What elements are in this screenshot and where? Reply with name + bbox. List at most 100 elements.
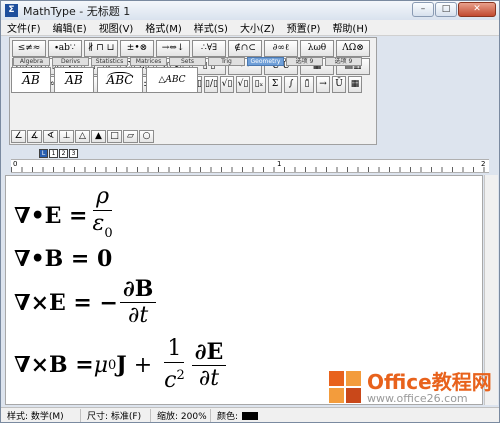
menu-help[interactable]: 帮助(H) — [326, 20, 373, 35]
embellishments-palette-button[interactable]: ∦ ⊓ ⊔ — [84, 40, 118, 57]
status-size[interactable]: 尺寸: 标准(F) — [81, 408, 151, 422]
symbol-palette-row: ≤≠≈ ∙ab∵ ∦ ⊓ ⊔ ±•⊗ →⇔↓ ∴∀∃ ∉∩⊂ ∂∞ℓ λωθ Λ… — [12, 40, 372, 57]
tab-option-8[interactable]: 选项 9 — [286, 57, 323, 66]
tab-matrices[interactable]: Matrices — [130, 57, 167, 66]
status-bar: 样式: 数学(M) 尺寸: 标准(F) 缩放: 200% 颜色: — [1, 407, 499, 422]
eq4-plus: + — [126, 352, 160, 378]
arc-template[interactable]: ABC — [97, 67, 143, 93]
spherical-angle-icon[interactable]: ∢ — [43, 130, 58, 143]
spaces-palette-button[interactable]: ∙ab∵ — [48, 40, 82, 57]
eq1-denominator: ε — [92, 211, 105, 236]
eq4-fraction-1-numerator: 1 — [164, 336, 185, 363]
eq3-fraction: ∂B ∂t — [119, 276, 157, 329]
eq1-fraction: ρ ε0 — [90, 184, 116, 247]
decimal-tab-stop-button[interactable]: 3 — [69, 149, 78, 158]
small-fraction-template-button[interactable]: ▯/▯ — [204, 76, 218, 93]
vector-arrow-template-button[interactable]: → — [316, 76, 330, 93]
ruler[interactable]: 0 1 2 — [11, 159, 489, 173]
circle-icon[interactable]: ○ — [139, 130, 154, 143]
status-color-label: 颜色: — [217, 411, 239, 422]
nth-root-template-button[interactable]: √▯ — [236, 76, 250, 93]
office-logo-icon — [329, 371, 363, 405]
geometry-templates: AB AB ABC △ABC — [11, 67, 201, 93]
triangle-template[interactable]: △ABC — [146, 67, 198, 93]
relations-palette-button[interactable]: ≤≠≈ — [12, 40, 46, 57]
eq1-denominator-sub: 0 — [104, 226, 113, 241]
sets-palette-button[interactable]: ∉∩⊂ — [228, 40, 262, 57]
overbar-template-button[interactable]: ▯̄ — [300, 76, 314, 93]
minimize-button[interactable]: – — [412, 2, 434, 17]
tab-statistics[interactable]: Statistics — [91, 57, 128, 66]
left-tab-stop-button[interactable]: L — [39, 149, 48, 158]
mathtype-window: Σ MathType - 无标题 1 – □ ✕ 文件(F) 编辑(E) 视图(… — [0, 0, 500, 423]
right-tab-stop-button[interactable]: 2 — [59, 149, 68, 158]
equation-gauss-law-b: ∇•B = 0 — [14, 246, 112, 272]
integral-template-button[interactable]: ∫ — [284, 76, 298, 93]
sum-template-button[interactable]: Σ — [268, 76, 282, 93]
eq1-lhs: ∇•E = — [14, 202, 88, 229]
tab-geometry[interactable]: Geometry — [247, 57, 284, 66]
arrows-palette-button[interactable]: →⇔↓ — [156, 40, 190, 57]
menu-style[interactable]: 样式(S) — [188, 20, 234, 35]
eq4-mu: μ — [93, 352, 108, 378]
watermark-title: Office教程网 — [367, 370, 492, 394]
title-bar: Σ MathType - 无标题 1 – □ ✕ — [1, 1, 499, 20]
menu-size[interactable]: 大小(Z) — [234, 20, 281, 35]
subscript-template-button[interactable]: ▯ₓ — [252, 76, 266, 93]
mathtype-app-icon: Σ — [5, 4, 18, 17]
status-zoom[interactable]: 缩放: 200% — [151, 408, 211, 422]
menu-view[interactable]: 视图(V) — [93, 20, 140, 35]
tab-sets[interactable]: Sets — [169, 57, 206, 66]
misc-palette-button[interactable]: ∂∞ℓ — [264, 40, 298, 57]
menu-preferences[interactable]: 预置(P) — [281, 20, 327, 35]
eq4-fraction-2-numerator: ∂E — [191, 339, 227, 366]
eq2-text: ∇•B = 0 — [14, 246, 113, 272]
center-tab-stop-button[interactable]: 1 — [49, 149, 58, 158]
eq1-numerator: ρ — [93, 184, 113, 211]
tab-trig[interactable]: Trig — [208, 57, 245, 66]
watermark-url: www.office26.com — [367, 392, 468, 405]
status-color[interactable]: 颜色: — [211, 409, 264, 422]
equation-ampere-law: ∇×B = μ0 J + 1 c2 ∂E ∂t — [14, 336, 228, 394]
tab-option-9[interactable]: 选项 9 — [325, 57, 362, 66]
eq4-current-density: J — [116, 352, 127, 378]
angle-icon[interactable]: ∠ — [11, 130, 26, 143]
tab-algebra[interactable]: Algebra — [13, 57, 50, 66]
product-template-button[interactable]: Ū — [332, 76, 346, 93]
matrix-template-button[interactable]: ▦ — [348, 76, 362, 93]
segment-overline-template[interactable]: AB — [11, 67, 51, 93]
menu-format[interactable]: 格式(M) — [139, 20, 187, 35]
vector-overarrow-template[interactable]: AB — [54, 67, 94, 93]
equation-gauss-law-e: ∇•E = ρ ε0 — [14, 184, 118, 247]
measured-angle-icon[interactable]: ∡ — [27, 130, 42, 143]
greek-upper-palette-button[interactable]: ΛΩ⊗ — [336, 40, 370, 57]
status-style[interactable]: 样式: 数学(M) — [1, 408, 81, 422]
equation-faraday-law: ∇×E = − ∂B ∂t — [14, 276, 158, 329]
menu-file[interactable]: 文件(F) — [1, 20, 47, 35]
eq4-fraction-2: ∂E ∂t — [191, 339, 227, 392]
sqrt-template-button[interactable]: √▯ — [220, 76, 234, 93]
color-swatch — [242, 412, 259, 420]
eq4-fraction-2-denominator: ∂t — [198, 365, 220, 391]
maximize-button[interactable]: □ — [435, 2, 457, 17]
tab-derivs[interactable]: Derivs — [52, 57, 89, 66]
logic-palette-button[interactable]: ∴∀∃ — [192, 40, 226, 57]
toolbar-tabs: Algebra Derivs Statistics Matrices Sets … — [13, 57, 364, 66]
triangle-icon[interactable]: △ — [75, 130, 90, 143]
filled-triangle-icon[interactable]: ▲ — [91, 130, 106, 143]
menu-edit[interactable]: 编辑(E) — [47, 20, 93, 35]
eq3-lhs: ∇×E = − — [14, 289, 118, 316]
operators-palette-button[interactable]: ±•⊗ — [120, 40, 154, 57]
parallelogram-icon[interactable]: ▱ — [123, 130, 138, 143]
greek-lower-palette-button[interactable]: λωθ — [300, 40, 334, 57]
eq3-denominator: ∂t — [128, 303, 149, 328]
perpendicular-icon[interactable]: ⊥ — [59, 130, 74, 143]
eq4-lhs: ∇×B = — [14, 352, 94, 378]
square-icon[interactable]: □ — [107, 130, 122, 143]
eq4-fraction-1: 1 c2 — [161, 336, 188, 394]
watermark-text: Office教程网 www.office26.com — [367, 371, 492, 405]
close-button[interactable]: ✕ — [458, 2, 496, 17]
eq4-fraction-1-exponent: 2 — [176, 368, 185, 383]
window-title: MathType - 无标题 1 — [23, 4, 131, 18]
eq3-numerator: ∂B — [119, 276, 157, 303]
